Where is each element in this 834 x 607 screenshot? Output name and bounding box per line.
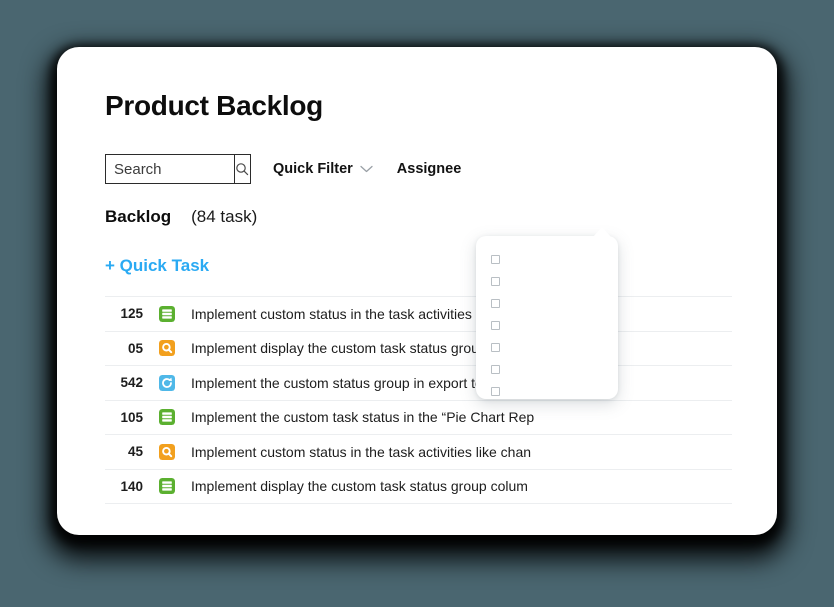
search-icon[interactable] (233, 155, 250, 183)
task-title: Implement the custom task status in the … (191, 409, 535, 426)
checkbox-icon[interactable] (491, 320, 500, 330)
dropdown-option[interactable] (491, 336, 608, 358)
dropdown-pointer-icon (593, 227, 611, 237)
task-id: 05 (127, 340, 143, 356)
quick-filter-dropdown[interactable]: Quick Filter (273, 160, 373, 178)
task-title: Implement custom status in the task acti… (191, 443, 532, 460)
task-query-icon (159, 443, 175, 460)
task-list: 125 Implement custom status in the task a… (105, 296, 732, 504)
task-row[interactable]: 140 Implement display the custom task sta… (105, 470, 732, 504)
checkbox-icon[interactable] (491, 342, 500, 352)
task-row[interactable]: 05 Implement display the custom task stat… (105, 332, 732, 366)
search-input[interactable] (106, 155, 234, 183)
checkbox-icon[interactable] (491, 276, 500, 286)
dropdown-option[interactable] (491, 358, 608, 380)
page-title: Product Backlog (105, 90, 323, 121)
task-id: 125 (120, 306, 143, 322)
task-title: Implement the custom status group in exp… (191, 374, 522, 391)
assignee-filter-button[interactable]: Assignee (397, 161, 461, 177)
section-heading: Backlog (84 task) (105, 207, 257, 227)
task-id: 105 (120, 409, 143, 425)
backlog-label: Backlog (105, 207, 172, 226)
checkbox-icon[interactable] (491, 254, 500, 264)
task-row[interactable]: 125 Implement custom status in the task a… (105, 297, 732, 332)
dropdown-option[interactable] (491, 380, 608, 402)
task-stack-icon (159, 409, 175, 426)
dropdown-option[interactable] (491, 248, 608, 270)
task-title: Implement display the custom task status… (191, 478, 528, 495)
assignee-dropdown-panel[interactable] (476, 227, 618, 402)
product-backlog-card: Product Backlog Quick Filter Assignee Ba… (57, 47, 777, 535)
toolbar: Quick Filter Assignee (105, 154, 461, 184)
task-row[interactable]: 45 Implement custom status in the task ac… (105, 435, 732, 470)
checkbox-icon[interactable] (491, 386, 500, 396)
task-title: Implement custom status in the task acti… (191, 305, 497, 322)
task-id: 542 (120, 375, 143, 391)
search-box[interactable] (105, 154, 251, 184)
task-stack-icon (159, 305, 175, 322)
task-refresh-icon (159, 374, 175, 391)
chevron-down-icon (360, 160, 373, 178)
task-id: 140 (120, 478, 143, 494)
task-id: 45 (127, 444, 143, 460)
task-row[interactable]: 542 Implement the custom status group in … (105, 366, 732, 401)
dropdown-option[interactable] (491, 270, 608, 292)
dropdown-option[interactable] (491, 314, 608, 336)
quick-filter-label: Quick Filter (273, 161, 353, 177)
add-quick-task-link[interactable]: + Quick Task (105, 256, 209, 276)
backlog-task-count: (84 task) (191, 207, 258, 226)
checkbox-icon[interactable] (491, 298, 500, 308)
task-row[interactable]: 105 Implement the custom task status in t… (105, 401, 732, 435)
dropdown-option[interactable] (491, 292, 608, 314)
checkbox-icon[interactable] (491, 364, 500, 374)
task-stack-icon (159, 478, 175, 495)
task-query-icon (159, 340, 175, 357)
dropdown-option-list (491, 248, 608, 402)
